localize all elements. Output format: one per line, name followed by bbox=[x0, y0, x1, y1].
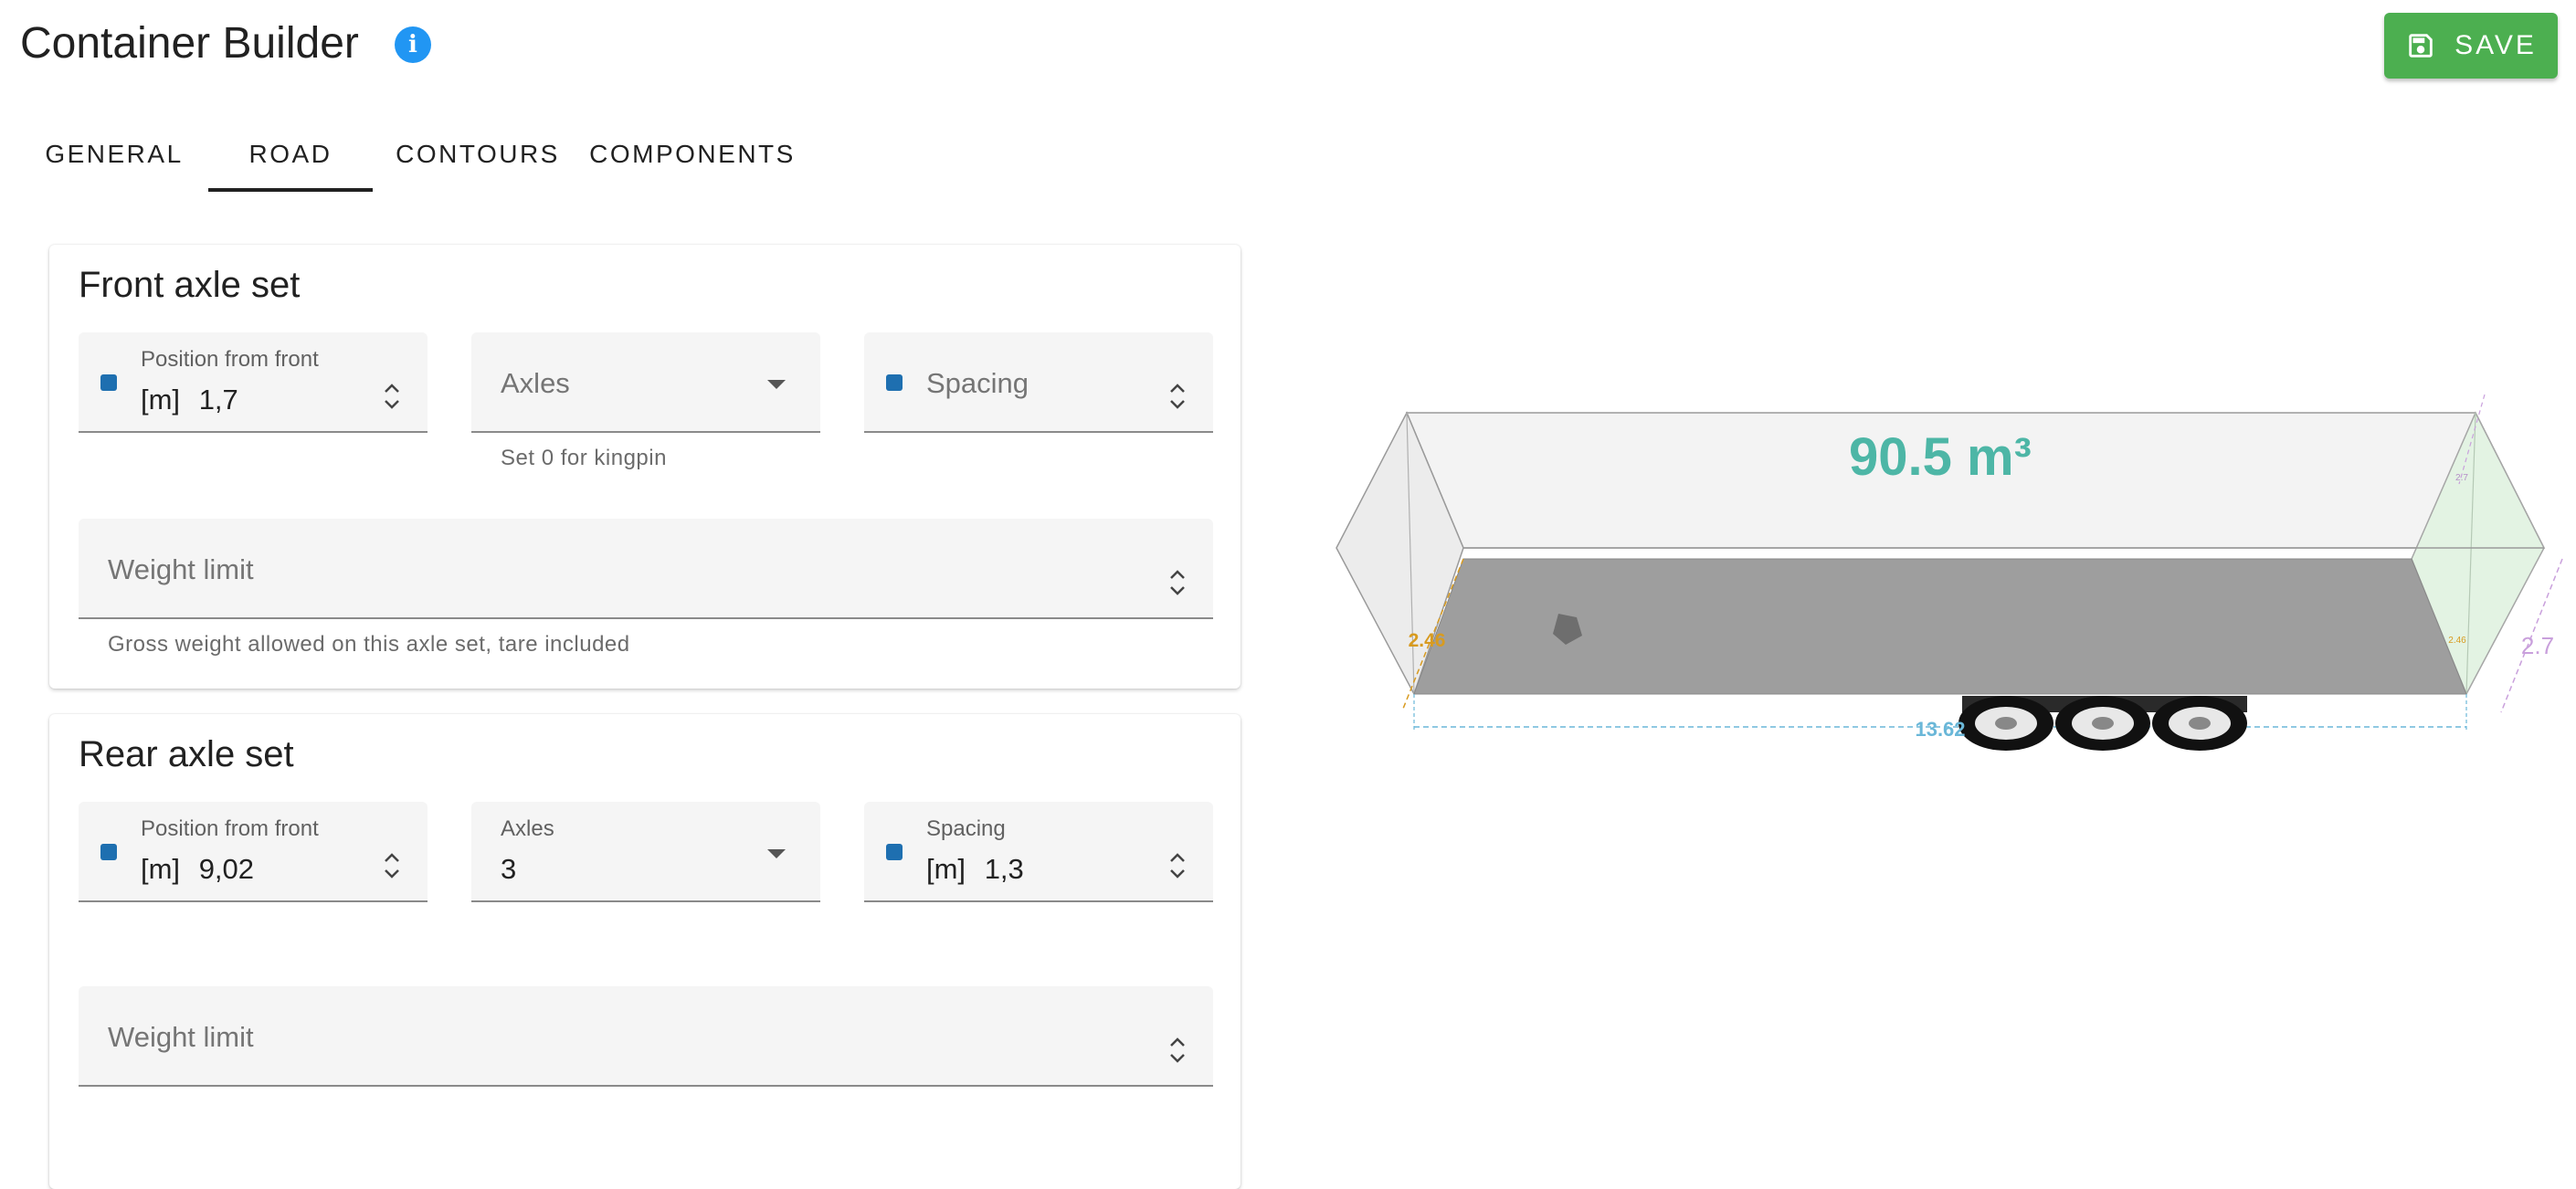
stepper-icon[interactable] bbox=[1167, 847, 1188, 884]
dropdown-arrow-icon bbox=[767, 380, 786, 389]
position-enabled-checkbox[interactable] bbox=[100, 374, 117, 391]
front-axles-hint: Set 0 for kingpin bbox=[501, 446, 667, 470]
stepper-icon[interactable] bbox=[382, 847, 402, 884]
rear-axle-set-card: Rear axle set Position from front [m] 9,… bbox=[49, 714, 1240, 1189]
small-width-label: 2.7 bbox=[2455, 473, 2468, 483]
stepper-icon[interactable] bbox=[1167, 1032, 1188, 1068]
wheel bbox=[1958, 696, 2053, 751]
dropdown-arrow-icon bbox=[767, 849, 786, 858]
front-axle-set-card: Front axle set Position from front [m] 1… bbox=[49, 245, 1240, 689]
stepper-icon[interactable] bbox=[1167, 564, 1188, 601]
front-position-value: 1,7 bbox=[198, 384, 238, 416]
rear-weight-limit-label: Weight limit bbox=[108, 1021, 254, 1053]
save-button-label: SAVE bbox=[2455, 30, 2537, 60]
tab-bar: GENERAL ROAD CONTOURS COMPONENTS bbox=[20, 117, 802, 192]
rear-position-label: Position from front bbox=[141, 816, 319, 841]
wheel bbox=[2055, 696, 2150, 751]
front-weight-limit-field[interactable]: Weight limit bbox=[79, 519, 1213, 619]
front-weight-limit-hint: Gross weight allowed on this axle set, t… bbox=[108, 632, 630, 657]
rear-spacing-label: Spacing bbox=[926, 816, 1006, 841]
width-label: 2.7 bbox=[2521, 632, 2554, 659]
small-height-label: 2.46 bbox=[2448, 636, 2466, 646]
front-axles-select[interactable]: Axles bbox=[471, 332, 820, 433]
stepper-icon[interactable] bbox=[1167, 378, 1188, 415]
position-enabled-checkbox[interactable] bbox=[100, 844, 117, 860]
rear-axles-label: Axles bbox=[501, 816, 554, 841]
rear-position-value: 9,02 bbox=[198, 853, 255, 885]
wheel bbox=[2152, 696, 2247, 751]
rear-axle-set-title: Rear axle set bbox=[79, 734, 294, 774]
rear-spacing-field[interactable]: Spacing [m] 1,3 bbox=[864, 802, 1213, 902]
container-3d-viewer[interactable]: 90.5 m³ 13.62 2.46 2.7 2.7 2.46 bbox=[1315, 384, 2576, 767]
spacing-enabled-checkbox[interactable] bbox=[886, 844, 903, 860]
page-title: Container Builder bbox=[20, 19, 359, 68]
tab-components[interactable]: COMPONENTS bbox=[583, 117, 802, 192]
tab-contours[interactable]: CONTOURS bbox=[373, 117, 583, 192]
front-weight-limit-label: Weight limit bbox=[108, 553, 254, 585]
rear-axles-value: 3 bbox=[501, 853, 517, 885]
front-position-unit: [m] bbox=[141, 384, 181, 416]
rear-spacing-unit: [m] bbox=[926, 853, 966, 885]
front-position-field[interactable]: Position from front [m] 1,7 bbox=[79, 332, 428, 433]
rear-weight-limit-field[interactable]: Weight limit bbox=[79, 986, 1213, 1087]
info-icon[interactable]: i bbox=[395, 26, 431, 63]
front-spacing-label: Spacing bbox=[926, 367, 1029, 399]
rear-position-unit: [m] bbox=[141, 853, 181, 885]
spacing-enabled-checkbox[interactable] bbox=[886, 374, 903, 391]
floppy-disk-icon bbox=[2409, 34, 2433, 58]
front-position-label: Position from front bbox=[141, 347, 319, 372]
stepper-icon[interactable] bbox=[382, 378, 402, 415]
save-button[interactable]: SAVE bbox=[2384, 13, 2558, 79]
height-label: 2.46 bbox=[1409, 630, 1446, 651]
tab-general[interactable]: GENERAL bbox=[20, 117, 208, 192]
rear-spacing-value: 1,3 bbox=[984, 853, 1024, 885]
front-axles-label: Axles bbox=[501, 367, 570, 399]
front-spacing-field[interactable]: Spacing bbox=[864, 332, 1213, 433]
rear-axles-select[interactable]: Axles 3 bbox=[471, 802, 820, 902]
tab-road[interactable]: ROAD bbox=[208, 117, 373, 192]
length-label: 13.62 bbox=[1915, 718, 1965, 741]
rear-position-field[interactable]: Position from front [m] 9,02 bbox=[79, 802, 428, 902]
volume-label: 90.5 m³ bbox=[1849, 427, 2032, 487]
front-axle-set-title: Front axle set bbox=[79, 265, 301, 305]
